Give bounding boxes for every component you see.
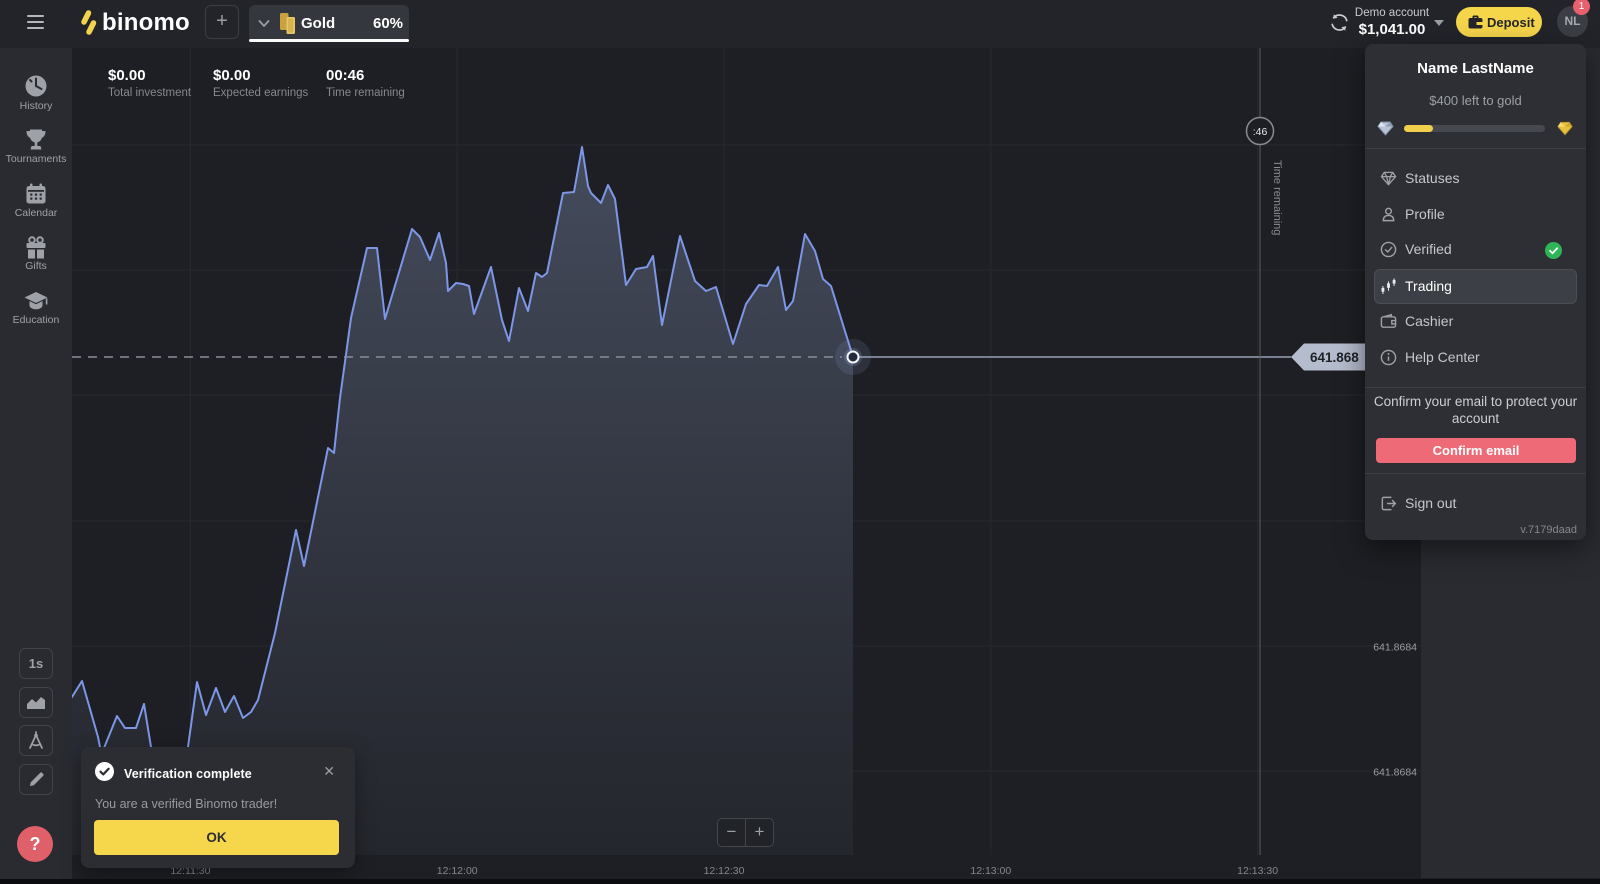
svg-text:12:12:30: 12:12:30 bbox=[704, 865, 745, 874]
svg-text:641.8684: 641.8684 bbox=[1373, 767, 1417, 779]
svg-text:12:13:30: 12:13:30 bbox=[1237, 865, 1278, 874]
svg-text:641.868: 641.868 bbox=[1310, 350, 1359, 365]
svg-text:12:12:00: 12:12:00 bbox=[437, 865, 478, 874]
svg-text:12:13:00: 12:13:00 bbox=[970, 865, 1011, 874]
svg-text:Time remaining: Time remaining bbox=[1271, 160, 1283, 235]
svg-text::46: :46 bbox=[1253, 126, 1268, 138]
svg-text:641.8684: 641.8684 bbox=[1373, 642, 1417, 654]
